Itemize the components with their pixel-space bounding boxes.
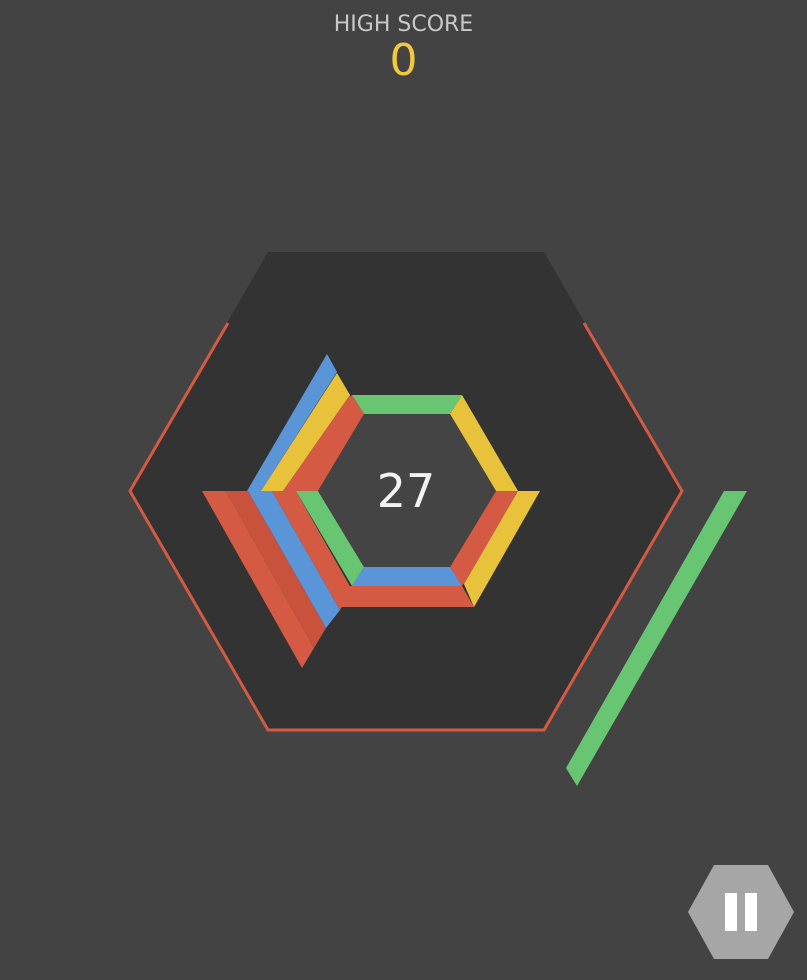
core-edge-blue-bottom (352, 567, 462, 586)
core-edge-green-top (352, 395, 462, 414)
game-board[interactable]: 27 (0, 0, 807, 980)
pause-button-hexagon (688, 865, 794, 959)
game-stage: HIGH SCORE 0 27 (0, 0, 807, 980)
stack-block-red (338, 586, 474, 607)
current-score: 27 (377, 464, 436, 518)
pause-button[interactable] (688, 865, 794, 959)
